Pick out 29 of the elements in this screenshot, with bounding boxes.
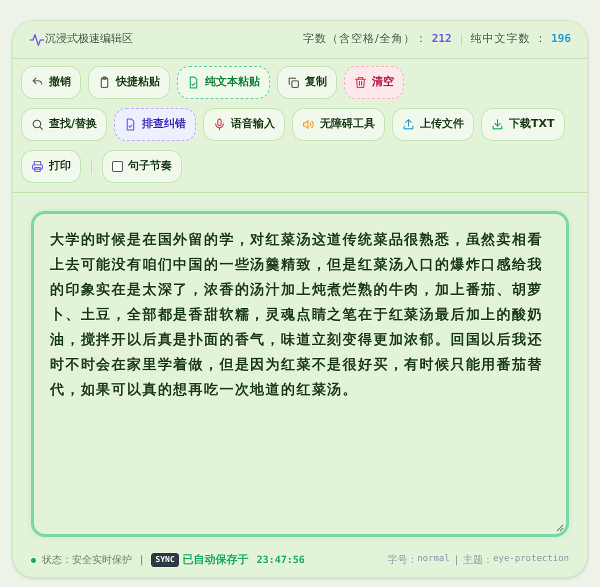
toolbar-button[interactable]: 语音输入: [203, 108, 286, 141]
toolbar-button[interactable]: 清空: [344, 66, 404, 99]
toolbar-button[interactable]: 纯文本粘贴: [177, 66, 270, 99]
toolbar-button[interactable]: 快捷粘贴: [88, 66, 170, 99]
theme-value: eye-protection: [493, 553, 569, 566]
stat-label: 字数（含空格/全角）：: [303, 31, 428, 48]
stat-value: 196: [551, 31, 571, 48]
save-status: 已自动保存于: [182, 552, 249, 568]
toolbar-button[interactable]: 无障碍工具: [292, 108, 386, 141]
toolbar-button[interactable]: 打印: [21, 150, 81, 183]
save-time: 23:47:56: [256, 554, 305, 568]
toolbar-button[interactable]: 查找/替换: [21, 108, 108, 141]
toolbar-button[interactable]: 上传文件: [392, 108, 474, 141]
font-size-value: normal: [417, 553, 450, 566]
font-size-label: 字号：: [387, 554, 418, 568]
window-title: 沉浸式极速编辑区: [45, 31, 133, 48]
editor-field[interactable]: 大学的时候是在国外留的学，对红菜汤这道传统菜品很熟悉，虽然卖相看上去可能没有咱们中国的一些汤羹精致，但是红菜汤入口的爆炸口感给我的印象实在是太深了，浓香的汤汁加上炖煮烂熟的牛肉，加上番茄、胡萝卜、土豆，全部都是香甜软糯，灵魂点睛之笔在于红菜汤最后加上的酸奶油，搅拌开以后真是扑面的香气，味道立刻变得更加浓郁。回国以后我还时不时会在家里学着做，但是因为红菜不是很好买，有时候只能用番茄替代，如果可以真的想再吃一次地道的红菜汤。: [31, 211, 569, 537]
separator: |: [140, 554, 144, 568]
separator: |: [454, 554, 458, 568]
stat-label: 纯中文字数 ：: [470, 31, 548, 48]
sync-badge: SYNC: [151, 553, 179, 567]
toolbar-button[interactable]: 下载TXT: [481, 108, 565, 141]
toolbar-button[interactable]: 排查纠错: [114, 108, 196, 141]
toolbar-button[interactable]: 撤销: [21, 66, 81, 99]
stat-value: 212: [432, 31, 452, 48]
status-text: 状态：安全实时保护: [42, 554, 132, 568]
theme-label: 主题：: [463, 554, 494, 568]
toolbar-button[interactable]: 句子节奏: [102, 150, 182, 183]
toolbar-button[interactable]: 复制: [277, 66, 337, 99]
